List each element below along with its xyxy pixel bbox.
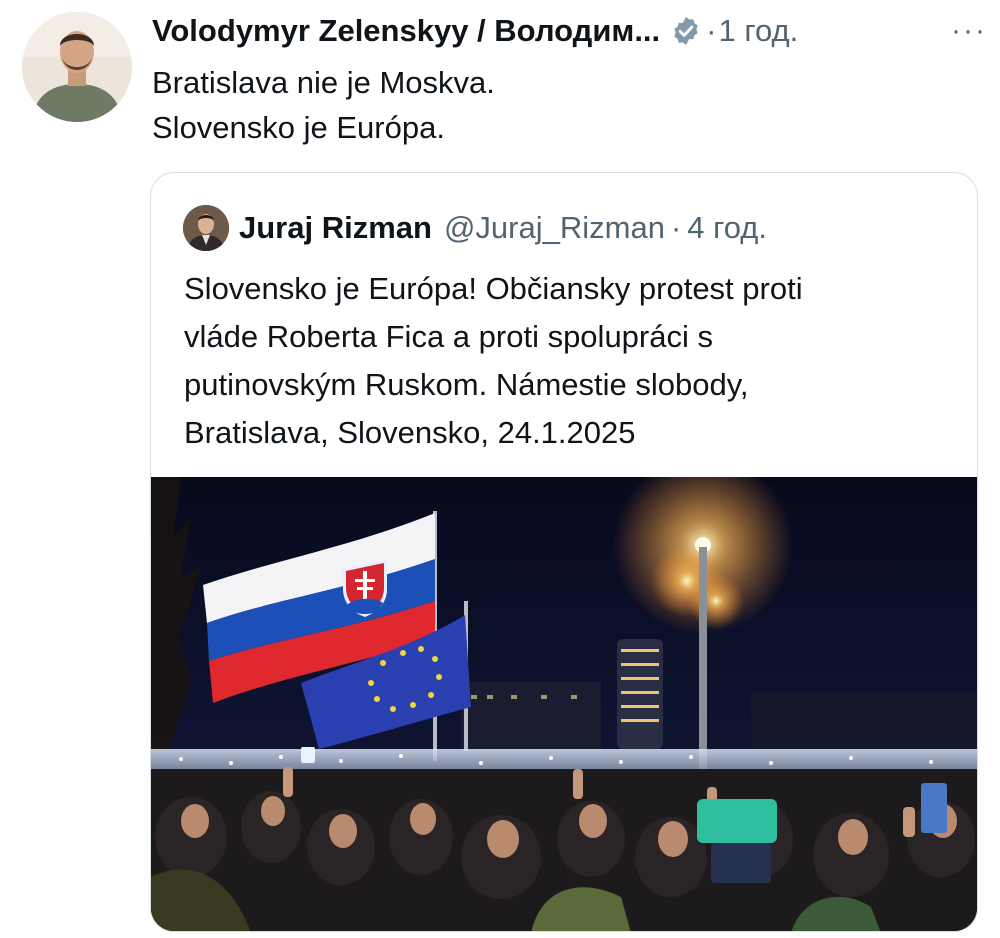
- protest-photo[interactable]: [151, 477, 977, 931]
- author-avatar[interactable]: [22, 12, 132, 122]
- author-name[interactable]: Volodymyr Zelenskyy / Володим...: [152, 13, 660, 49]
- tweet-text-line: Bratislava nie je Moskva.: [152, 65, 495, 100]
- tweet-text-line: Slovensko je Európa.: [152, 110, 445, 145]
- more-options-icon[interactable]: ···: [951, 14, 987, 48]
- tweet-timestamp[interactable]: 1 год.: [718, 13, 798, 49]
- quoted-tweet-header: Juraj Rizman @Juraj_Rizman · 4 год.: [239, 203, 767, 253]
- time-separator: ·: [706, 13, 717, 48]
- quoted-tweet-card[interactable]: Juraj Rizman @Juraj_Rizman · 4 год. Slov…: [150, 172, 978, 932]
- quoted-text-line: vláde Roberta Fica a proti spolupráci s: [184, 319, 713, 354]
- quoted-tweet-text: Slovensko je Európa! Občiansky protest p…: [184, 265, 964, 457]
- protest-photo-image: [151, 477, 977, 931]
- tweet-text: Bratislava nie je Moskva. Slovensko je E…: [152, 60, 972, 150]
- quoted-text-line: Bratislava, Slovensko, 24.1.2025: [184, 415, 636, 450]
- quoted-author-handle[interactable]: @Juraj_Rizman: [444, 210, 665, 246]
- quoted-tweet-timestamp[interactable]: 4 год.: [687, 210, 767, 246]
- quoted-time-separator: ·: [670, 210, 682, 245]
- quoted-text-line: putinovským Ruskom. Námestie slobody,: [184, 367, 749, 402]
- quoted-text-line: Slovensko je Európa! Občiansky protest p…: [184, 271, 803, 306]
- quoted-author-avatar-image: [183, 205, 229, 251]
- author-avatar-image: [22, 12, 132, 122]
- quoted-author-name[interactable]: Juraj Rizman: [239, 210, 432, 246]
- tweet-header: Volodymyr Zelenskyy / Володим... · 1 год…: [152, 8, 987, 54]
- quoted-author-avatar[interactable]: [183, 205, 229, 251]
- verified-badge-icon[interactable]: [670, 15, 702, 47]
